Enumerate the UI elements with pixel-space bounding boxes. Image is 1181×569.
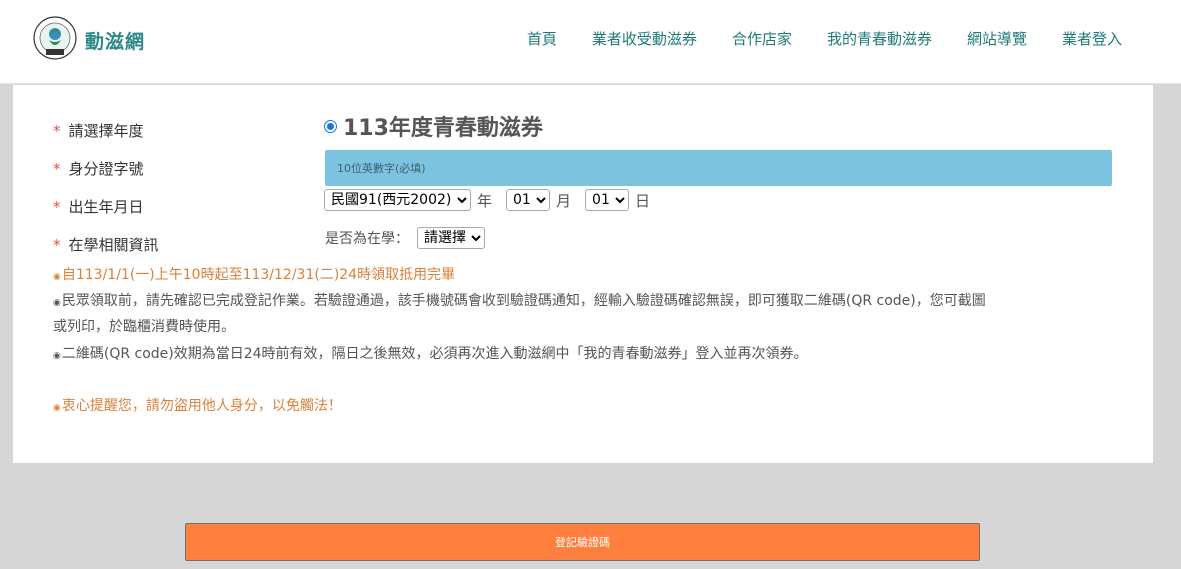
required-mark: * — [53, 236, 61, 254]
dob-selects: 民國91(西元2002) 年 01 月 01 日 — [324, 189, 664, 211]
nav-my-voucher[interactable]: 我的青春動滋券 — [827, 28, 932, 49]
required-mark: * — [53, 122, 61, 140]
school-status-select[interactable]: 請選擇 — [417, 227, 485, 249]
required-mark: * — [53, 160, 61, 178]
id-number-input[interactable] — [325, 150, 1112, 186]
required-mark: * — [53, 198, 61, 216]
bullet-icon: ◉ — [53, 272, 61, 282]
label-year: * 請選擇年度 — [53, 122, 144, 140]
bullet-icon: ◉ — [53, 403, 61, 413]
ministry-of-education-seal-icon[interactable] — [33, 16, 77, 60]
note-warning: ◉衷心提醒您，請勿盜用他人身分，以免觸法！ — [53, 398, 342, 414]
radio-selected-icon[interactable] — [324, 119, 337, 133]
year-radio-option[interactable]: 113年度青春動滋券 — [324, 110, 543, 142]
nav-sitemap[interactable]: 網站導覽 — [967, 28, 1027, 49]
register-code-button[interactable]: 登記驗證碼 — [185, 523, 980, 561]
school-question: 是否為在學： — [325, 231, 409, 247]
note-procedure-cont: 或列印，於臨櫃消費時使用。 — [53, 319, 235, 335]
nav-partner-stores[interactable]: 合作店家 — [732, 28, 792, 49]
note-qr-validity: ◉二維碼(QR code)效期為當日24時前有效，隔日之後無效，必須再次進入動滋… — [53, 346, 808, 362]
main-nav: 首頁 業者收受動滋券 合作店家 我的青春動滋券 網站導覽 業者登入 — [492, 28, 1122, 49]
dob-month-select[interactable]: 01 — [506, 189, 551, 211]
note-procedure: ◉民眾領取前，請先確認已完成登記作業。若驗證通過，該手機號碼會收到驗證碼通知，經… — [53, 293, 986, 309]
nav-merchant-login[interactable]: 業者登入 — [1062, 28, 1122, 49]
year-option-label: 113年度青春動滋券 — [343, 116, 543, 141]
label-id: * 身分證字號 — [53, 160, 144, 178]
nav-merchant-accept[interactable]: 業者收受動滋券 — [592, 28, 697, 49]
nav-home[interactable]: 首頁 — [527, 28, 557, 49]
form-card: * 請選擇年度 * 身分證字號 * 出生年月日 * 在學相關資訊 113年度青春動滋券 … — [13, 85, 1153, 463]
dob-day-select[interactable]: 01 — [585, 189, 630, 211]
school-status: 是否為在學： 請選擇 — [325, 227, 485, 249]
note-period: ◉自113/1/1(一)上午10時起至113/12/31(二)24時領取抵用完畢 — [53, 267, 456, 283]
label-dob: * 出生年月日 — [53, 198, 144, 216]
top-navbar: 動滋網 首頁 業者收受動滋券 合作店家 我的青春動滋券 網站導覽 業者登入 — [0, 0, 1181, 84]
dob-year-select[interactable]: 民國91(西元2002) — [324, 189, 471, 211]
year-unit: 年 — [477, 191, 493, 210]
bullet-icon: ◉ — [53, 351, 61, 361]
brand-name[interactable]: 動滋網 — [85, 27, 145, 54]
bullet-icon: ◉ — [53, 298, 61, 308]
month-unit: 月 — [556, 191, 572, 210]
label-school: * 在學相關資訊 — [53, 236, 159, 254]
day-unit: 日 — [635, 191, 651, 210]
